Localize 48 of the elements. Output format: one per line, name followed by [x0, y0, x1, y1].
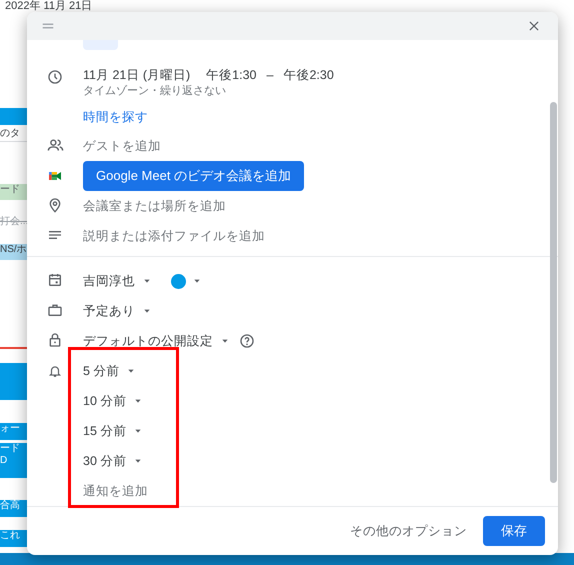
end-time[interactable]: 午後2:30: [283, 66, 334, 84]
event-date[interactable]: 11月 21日 (月曜日): [83, 66, 190, 84]
calendar-dropdown[interactable]: 吉岡淳也: [83, 272, 151, 290]
timezone-link[interactable]: タイムゾーン・繰り返さない: [83, 84, 226, 98]
event-label: 打会...: [0, 216, 27, 229]
event-block: [0, 363, 27, 400]
description-field[interactable]: 説明または添付ファイルを追加: [83, 227, 265, 245]
briefcase-icon: [47, 302, 63, 318]
caret-icon: [134, 397, 142, 405]
current-time-line: [0, 347, 27, 349]
caret-icon: [143, 277, 151, 285]
lock-icon: [47, 332, 63, 348]
location-field[interactable]: 会議室または場所を追加: [83, 197, 226, 215]
caret-icon: [134, 457, 142, 465]
close-icon: [527, 19, 541, 33]
availability-dropdown[interactable]: 予定あり: [83, 302, 151, 320]
caret-icon: [193, 277, 201, 285]
color-dropdown[interactable]: [171, 274, 201, 288]
caret-icon: [143, 307, 151, 315]
visibility-dropdown[interactable]: デフォルトの公開設定: [83, 332, 229, 350]
add-notification-button[interactable]: 通知を追加: [83, 482, 148, 500]
start-time[interactable]: 午後1:30: [206, 66, 256, 84]
event-label: これ: [0, 530, 27, 547]
meet-button[interactable]: Google Meet のビデオ会議を追加: [83, 161, 304, 191]
notification-dropdown[interactable]: 15 分前: [83, 422, 142, 440]
more-options-button[interactable]: その他のオプション: [348, 522, 469, 540]
caret-icon: [127, 367, 136, 375]
caret-icon: [134, 427, 142, 435]
caret-icon: [221, 337, 229, 345]
notification-dropdown[interactable]: 5 分前: [83, 362, 136, 380]
notification-dropdown[interactable]: 10 分前: [83, 392, 142, 410]
event-label: ード D: [0, 443, 27, 478]
event-label: ード: [0, 184, 27, 200]
event-block: [0, 108, 27, 125]
save-button[interactable]: 保存: [483, 516, 545, 546]
calendar-icon: [47, 272, 63, 288]
event-label: NS/ホ: [0, 244, 27, 260]
find-time-link[interactable]: 時間を探す: [83, 108, 148, 126]
event-label: ォー: [0, 423, 27, 440]
scrollbar[interactable]: [550, 102, 557, 483]
location-pin-icon: [47, 197, 63, 213]
clock-icon: [47, 69, 63, 85]
notification-dropdown[interactable]: 30 分前: [83, 452, 142, 470]
time-separator: –: [266, 67, 274, 84]
date-heading: 2022年 11月 21日: [5, 0, 92, 12]
help-icon: [239, 333, 255, 349]
add-guests-field[interactable]: ゲストを追加: [83, 137, 161, 155]
bell-icon: [48, 364, 62, 378]
